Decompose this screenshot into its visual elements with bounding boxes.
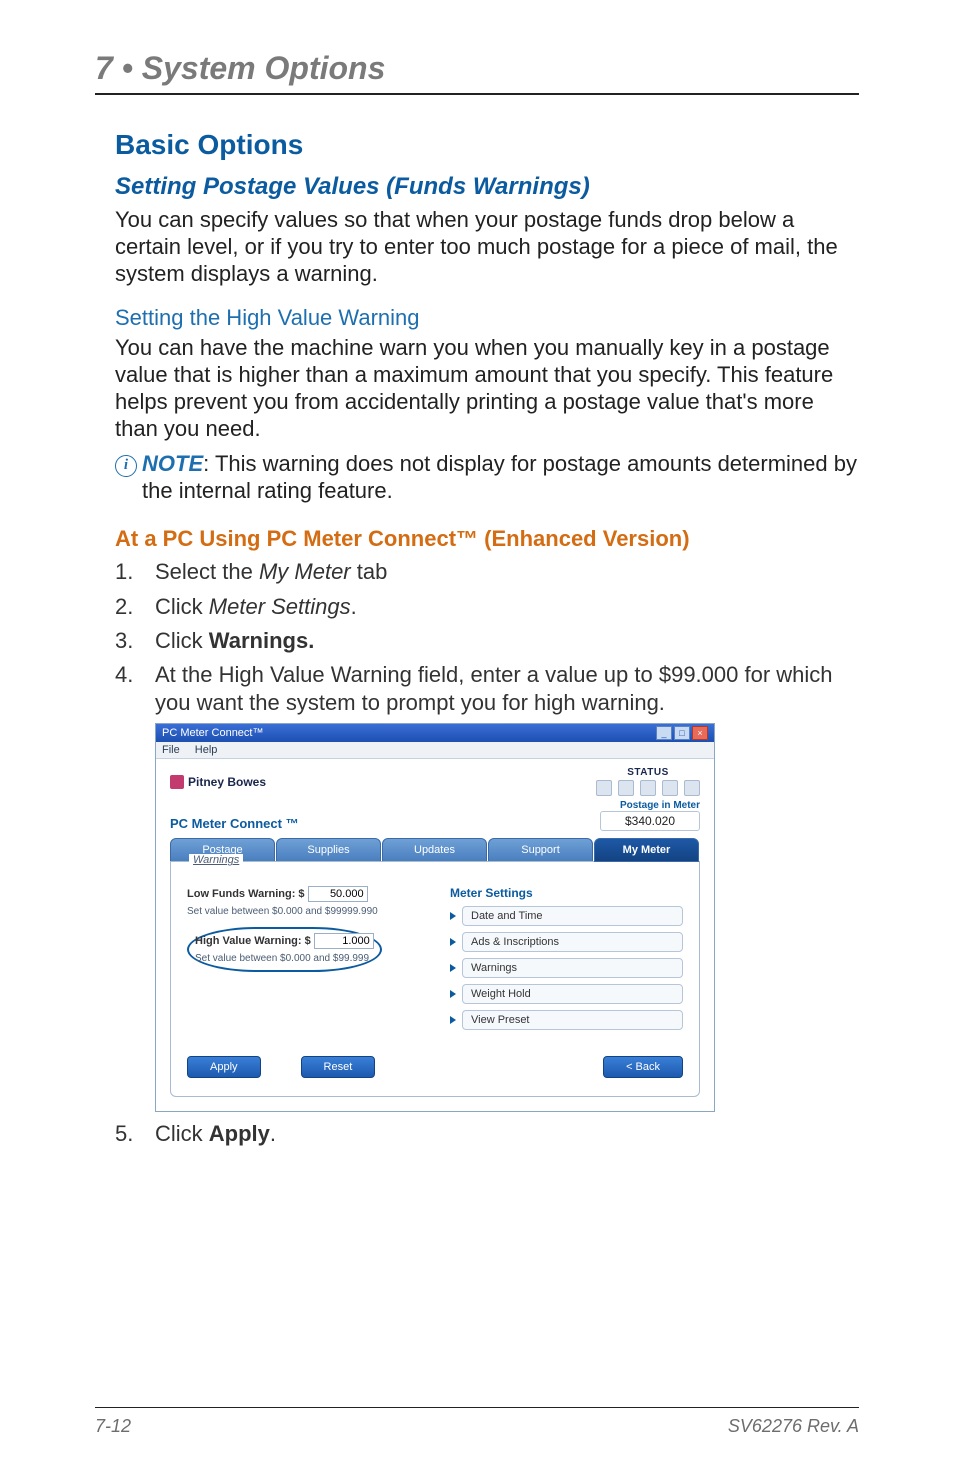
ms-btn-date-time[interactable]: Date and Time (462, 906, 683, 926)
step-1-em: My Meter (259, 559, 351, 584)
left-column: Low Funds Warning: $ Set value between $… (187, 886, 420, 1036)
status-label: STATUS (596, 767, 700, 778)
low-funds-hint: Set value between $0.000 and $99999.990 (187, 906, 420, 917)
step-5: Click Apply. (115, 1120, 859, 1148)
steps-list: Select the My Meter tab Click Meter Sett… (115, 558, 859, 717)
high-value-row: High Value Warning: $ (195, 933, 374, 949)
step-2-pre: Click (155, 594, 209, 619)
ms-item-date-time: Date and Time (450, 906, 683, 926)
status-icon-5 (684, 780, 700, 796)
brand-logo-icon (170, 775, 184, 789)
step-2-em: Meter Settings (209, 594, 351, 619)
chevron-right-icon (450, 938, 456, 946)
window-buttons: _ □ × (656, 726, 708, 740)
low-funds-label: Low Funds Warning: $ (187, 888, 305, 900)
tab-panel-warnings: Warnings Low Funds Warning: $ Set value … (170, 861, 700, 1097)
panel-title: Warnings (189, 854, 243, 866)
footer-page-number: 7-12 (95, 1416, 131, 1437)
step-5-pre: Click (155, 1121, 209, 1146)
step-2-post: . (351, 594, 357, 619)
note-text: NOTE: This warning does not display for … (142, 451, 859, 505)
titlebar: PC Meter Connect™ _ □ × (156, 724, 714, 742)
brand: Pitney Bowes (170, 767, 266, 796)
step-5-strong: Apply (209, 1121, 270, 1146)
tab-support[interactable]: Support (488, 838, 593, 862)
high-value-label: High Value Warning: $ (195, 935, 311, 947)
ms-btn-warnings[interactable]: Warnings (462, 958, 683, 978)
low-funds-input[interactable] (308, 886, 368, 902)
header-rule (95, 93, 859, 95)
menubar: File Help (156, 742, 714, 759)
step-1-pre: Select the (155, 559, 259, 584)
tab-my-meter[interactable]: My Meter (594, 838, 699, 862)
step-1: Select the My Meter tab (115, 558, 859, 586)
tab-supplies[interactable]: Supplies (276, 838, 381, 862)
ms-item-weight-hold: Weight Hold (450, 984, 683, 1004)
chevron-right-icon (450, 990, 456, 998)
menu-help[interactable]: Help (195, 744, 218, 756)
status-icon-4 (662, 780, 678, 796)
footer-doc-id: SV62276 Rev. A (728, 1416, 859, 1437)
pim-label: Postage in Meter (600, 800, 700, 811)
step-3-pre: Click (155, 628, 209, 653)
heading-basic-options: Basic Options (115, 129, 859, 161)
high-value-hint: Set value between $0.000 and $99.999 (195, 953, 374, 964)
meter-settings-title: Meter Settings (450, 886, 683, 900)
status-area: STATUS (596, 767, 700, 796)
ms-btn-weight-hold[interactable]: Weight Hold (462, 984, 683, 1004)
ms-item-ads: Ads & Inscriptions (450, 932, 683, 952)
ms-item-view-preset: View Preset (450, 1010, 683, 1030)
chapter-title: 7 • System Options (95, 50, 859, 87)
heading-pc-connect: At a PC Using PC Meter Connect™ (Enhance… (115, 526, 859, 552)
status-icon-1 (596, 780, 612, 796)
ms-btn-ads[interactable]: Ads & Inscriptions (462, 932, 683, 952)
pim-value-box: $340.020 (600, 811, 700, 831)
apply-button[interactable]: Apply (187, 1056, 261, 1078)
back-button[interactable]: < Back (603, 1056, 683, 1078)
heading-setting-postage-values: Setting Postage Values (Funds Warnings) (115, 173, 859, 201)
note-block: i NOTE: This warning does not display fo… (115, 451, 859, 505)
step-3: Click Warnings. (115, 627, 859, 655)
status-icons (596, 780, 700, 796)
step-2: Click Meter Settings. (115, 593, 859, 621)
high-value-input[interactable] (314, 933, 374, 949)
heading-high-value-warning: Setting the High Value Warning (115, 305, 859, 331)
ms-btn-view-preset[interactable]: View Preset (462, 1010, 683, 1030)
info-icon: i (115, 455, 137, 477)
product-row: PC Meter Connect ™ Postage in Meter $340… (156, 798, 714, 837)
right-column: Meter Settings Date and Time Ads & Inscr… (450, 886, 683, 1036)
close-button[interactable]: × (692, 726, 708, 740)
window-title: PC Meter Connect™ (162, 727, 263, 739)
minimize-button[interactable]: _ (656, 726, 672, 740)
status-icon-3 (640, 780, 656, 796)
postage-in-meter: Postage in Meter $340.020 (600, 800, 700, 831)
status-icon-2 (618, 780, 634, 796)
reset-button[interactable]: Reset (301, 1056, 376, 1078)
app-window: PC Meter Connect™ _ □ × File Help Pitney… (155, 723, 715, 1112)
steps-list-continued: Click Apply. (115, 1120, 859, 1148)
low-funds-row: Low Funds Warning: $ (187, 886, 420, 902)
menu-file[interactable]: File (162, 744, 180, 756)
step-1-post: tab (351, 559, 388, 584)
high-value-callout: High Value Warning: $ Set value between … (187, 927, 382, 972)
step-4: At the High Value Warning field, enter a… (115, 661, 859, 717)
note-body: : This warning does not display for post… (142, 451, 857, 503)
step-5-post: . (270, 1121, 276, 1146)
ms-item-warnings: Warnings (450, 958, 683, 978)
product-name: PC Meter Connect ™ (170, 816, 299, 831)
tab-updates[interactable]: Updates (382, 838, 487, 862)
chevron-right-icon (450, 964, 456, 972)
step-3-strong: Warnings. (209, 628, 315, 653)
panel-buttons: Apply Reset < Back (187, 1056, 683, 1078)
maximize-button[interactable]: □ (674, 726, 690, 740)
chevron-right-icon (450, 1016, 456, 1024)
app-header: Pitney Bowes STATUS (156, 759, 714, 798)
pim-value: $340.020 (625, 814, 675, 828)
high-value-paragraph: You can have the machine warn you when y… (115, 335, 859, 442)
brand-name: Pitney Bowes (188, 775, 266, 789)
intro-paragraph: You can specify values so that when your… (115, 207, 859, 287)
note-label: NOTE (142, 451, 203, 476)
chevron-right-icon (450, 912, 456, 920)
page-footer: 7-12 SV62276 Rev. A (95, 1407, 859, 1437)
